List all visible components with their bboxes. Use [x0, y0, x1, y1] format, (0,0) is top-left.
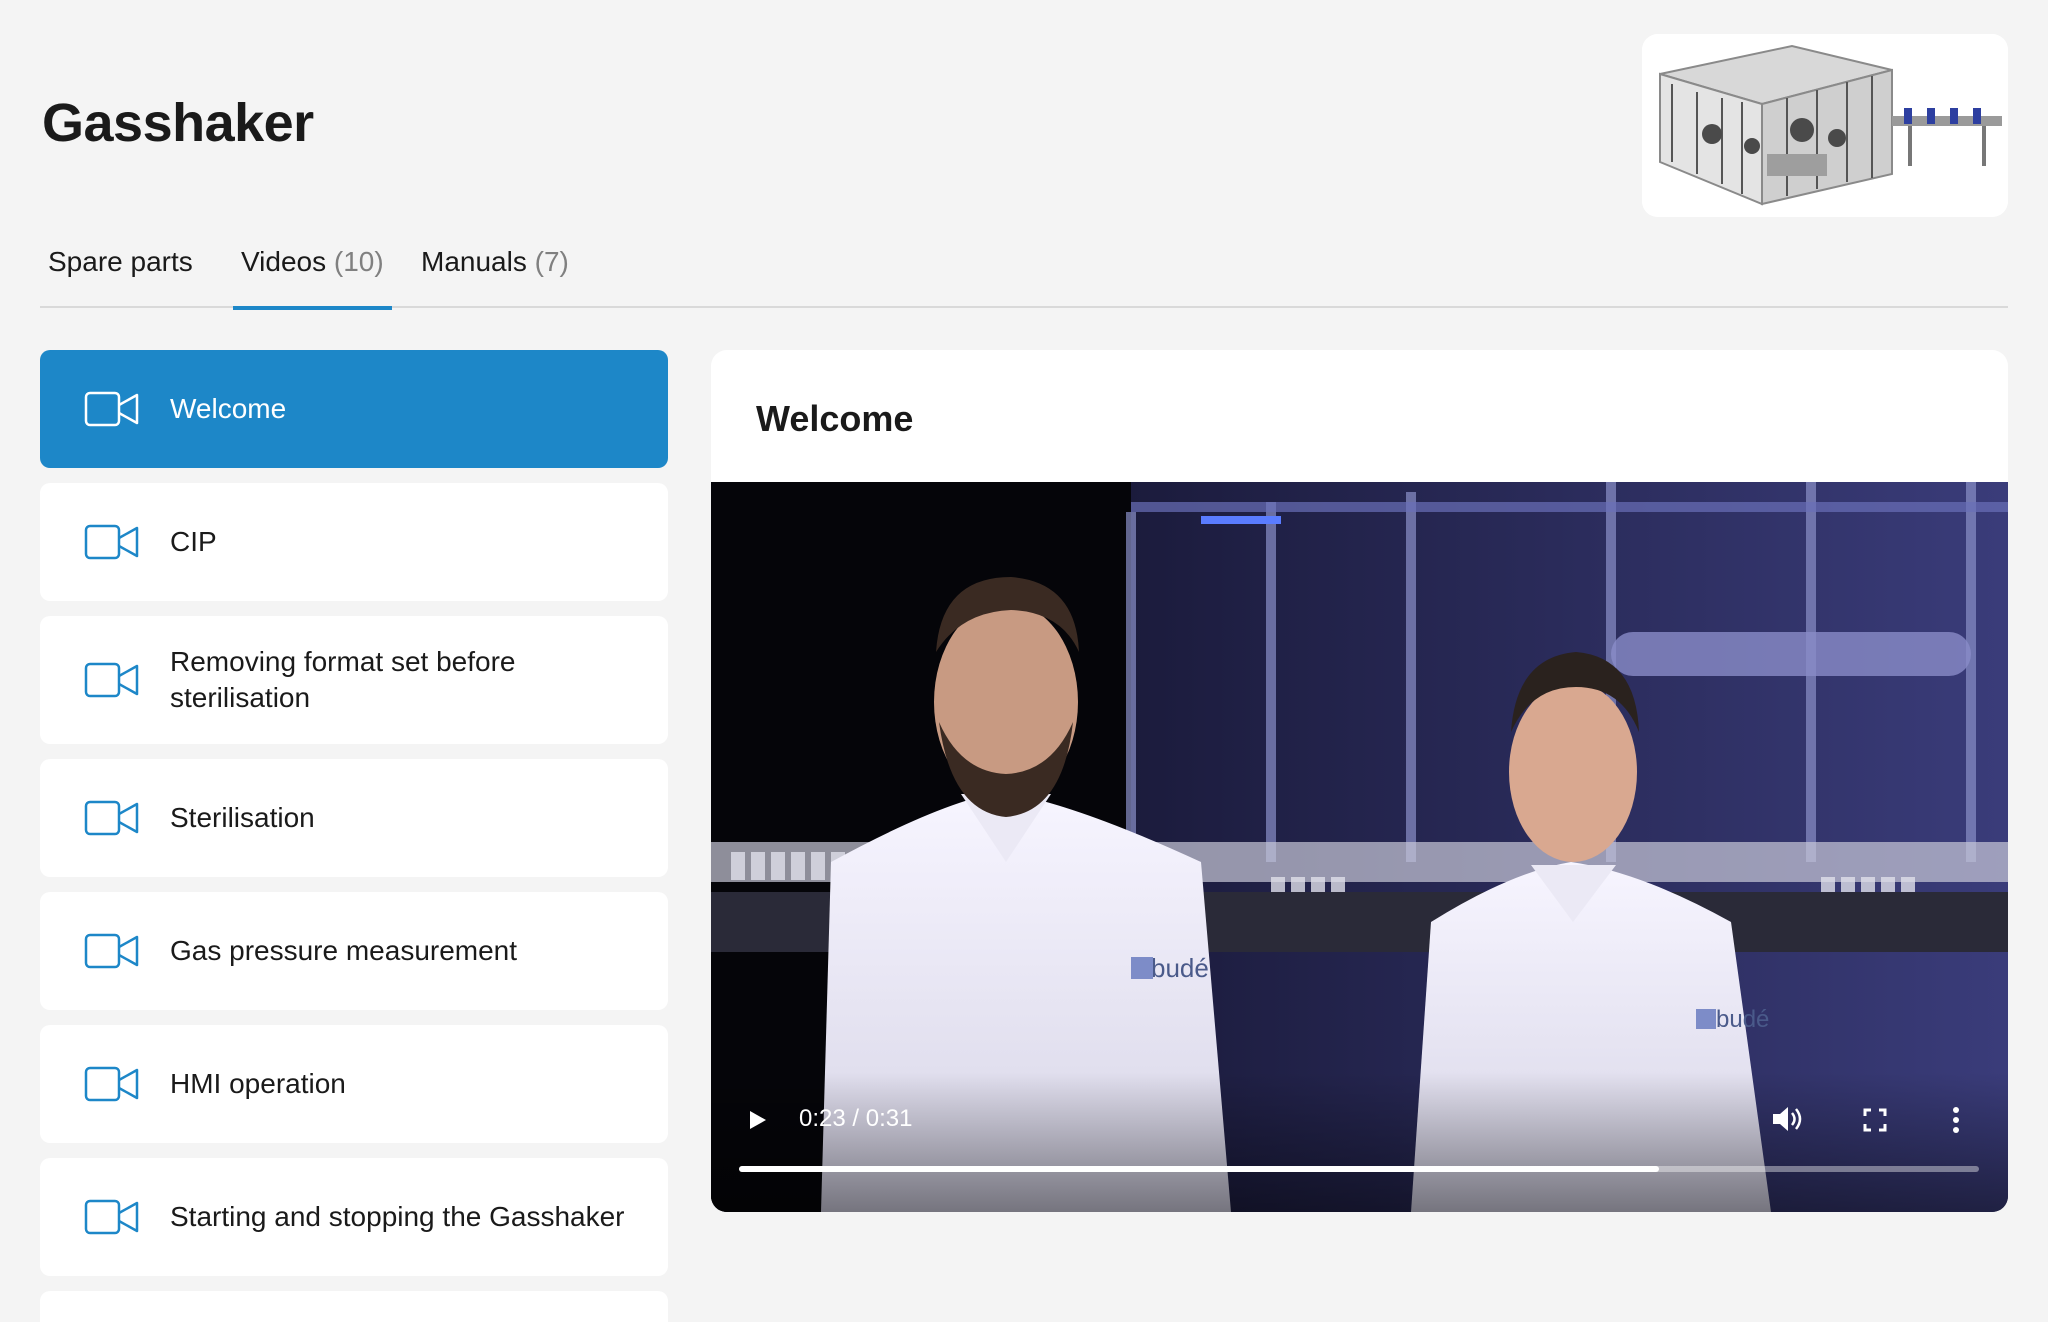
video-player-card: Welcome budé budé 0:23 / 0:31 — [711, 350, 2008, 1212]
video-item-label: Removing format set before sterilisation — [170, 646, 516, 713]
video-item-label: Welcome — [170, 393, 287, 424]
tab-bar: Spare parts Videos (10) Manuals (7) — [40, 240, 2008, 310]
video-camera-icon — [84, 1066, 139, 1102]
video-camera-icon — [84, 524, 139, 560]
volume-icon[interactable] — [1771, 1104, 1805, 1134]
video-item-label: CIP — [170, 526, 217, 557]
tab-count: (10) — [333, 246, 384, 277]
video-item-cip[interactable]: CIP — [40, 483, 668, 601]
video-item-label: Gas pressure measurement — [170, 935, 518, 966]
controls-overlay — [711, 1072, 2008, 1212]
tab-videos[interactable]: Videos (10) — [233, 240, 392, 310]
video-item-sterilisation[interactable]: Sterilisation — [40, 759, 668, 877]
more-options-icon[interactable] — [1951, 1106, 1961, 1134]
video-item-welcome[interactable]: Welcome — [40, 350, 668, 468]
video-player[interactable]: budé budé 0:23 / 0:31 — [711, 482, 2008, 1212]
video-item-removing-format-set[interactable]: Removing format set before sterilisation — [40, 616, 668, 744]
video-item-hmi-operation[interactable]: HMI operation — [40, 1025, 668, 1143]
video-camera-icon — [84, 800, 139, 836]
page: Gasshaker Spare parts Videos (10) Manual… — [0, 0, 2048, 1322]
tab-manuals[interactable]: Manuals (7) — [413, 240, 577, 308]
video-title: Welcome — [756, 398, 914, 439]
tab-spare-parts[interactable]: Spare parts — [40, 240, 201, 308]
video-item-label: Sterilisation — [170, 802, 315, 833]
video-camera-icon — [84, 933, 139, 969]
brand-text: budé — [1716, 1006, 1769, 1033]
video-time: 0:23 / 0:31 — [799, 1105, 913, 1132]
video-progress-fill — [739, 1166, 1660, 1172]
fullscreen-icon[interactable] — [1863, 1108, 1887, 1132]
video-item-partial[interactable] — [40, 1291, 668, 1322]
video-item-label: HMI operation — [170, 1068, 346, 1099]
tab-label: Videos — [241, 246, 327, 277]
machine-image — [1642, 34, 2008, 217]
video-item-starting-stopping[interactable]: Starting and stopping the Gasshaker — [40, 1158, 668, 1276]
tab-label: Manuals — [421, 246, 527, 277]
brand-text: budé — [1151, 953, 1209, 983]
video-list: Welcome CIP Removing format set before s… — [40, 350, 668, 1322]
page-title: Gasshaker — [42, 93, 314, 153]
video-camera-icon — [84, 391, 139, 427]
video-camera-icon — [84, 662, 139, 698]
video-item-label: Starting and stopping the Gasshaker — [170, 1201, 625, 1232]
video-progress-bar[interactable] — [739, 1166, 1979, 1172]
video-camera-icon — [84, 1199, 139, 1235]
tab-label: Spare parts — [48, 246, 193, 277]
play-icon[interactable] — [745, 1108, 769, 1132]
tab-count: (7) — [534, 246, 569, 277]
video-item-gas-pressure-measurement[interactable]: Gas pressure measurement — [40, 892, 668, 1010]
